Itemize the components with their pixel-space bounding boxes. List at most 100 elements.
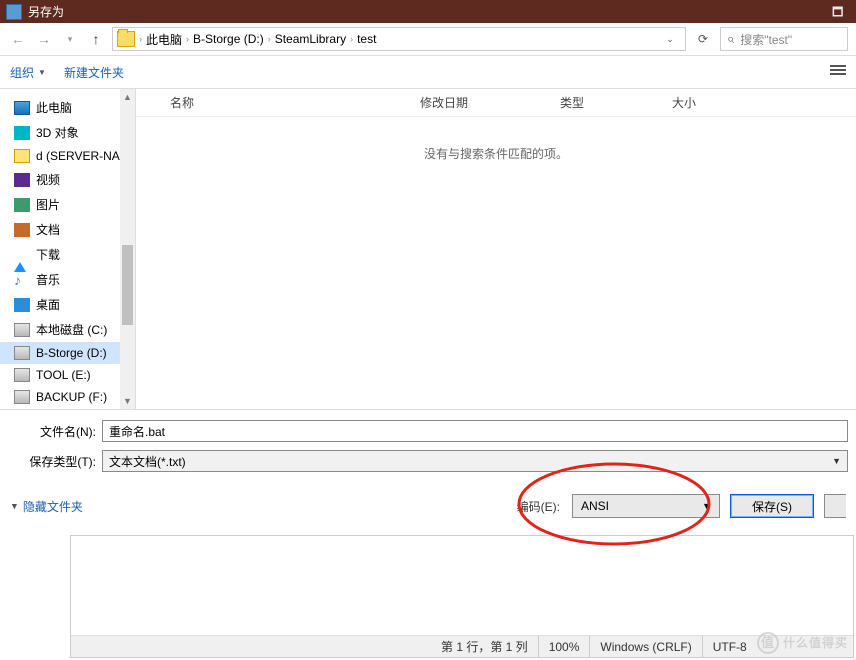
search-placeholder: 搜索"test" [740, 31, 792, 48]
notepad-statusbar: 第 1 行，第 1 列 100% Windows (CRLF) UTF-8 [71, 635, 853, 657]
save-button[interactable]: 保存(S) [730, 494, 814, 518]
breadcrumb[interactable]: test [357, 32, 376, 46]
video-icon [14, 173, 30, 187]
refresh-button[interactable]: ⟳ [692, 29, 714, 49]
tree-item-label: 视频 [36, 171, 60, 188]
chevron-down-icon: ▼ [38, 68, 46, 77]
tree-item[interactable]: 此电脑 [0, 95, 135, 120]
back-button[interactable]: ← [8, 29, 28, 49]
tree-item-label: 本地磁盘 (C:) [36, 321, 107, 338]
scroll-thumb[interactable] [122, 245, 133, 325]
chevron-right-icon: › [139, 34, 142, 44]
watermark: 值什么值得买 [757, 631, 848, 654]
tree-item-label: TOOL (E:) [36, 368, 91, 382]
tree-item-label: 3D 对象 [36, 124, 79, 141]
tree-item[interactable]: 3D 对象 [0, 120, 135, 145]
col-type[interactable]: 类型 [552, 94, 664, 111]
encoding-label: 编码(E): [517, 498, 560, 515]
new-folder-button[interactable]: 新建文件夹 [64, 64, 124, 81]
tree-item[interactable]: d (SERVER-NAS [0, 145, 135, 167]
tree-item-label: 图片 [36, 196, 60, 213]
scrollbar[interactable]: ▲ ▼ [120, 89, 135, 409]
breadcrumb[interactable]: SteamLibrary [275, 32, 346, 46]
breadcrumb[interactable]: 此电脑 [146, 31, 182, 48]
tree-item[interactable]: TOOL (E:) [0, 364, 135, 386]
col-size[interactable]: 大小 [664, 94, 744, 111]
explorer-body: 此电脑 3D 对象 d (SERVER-NAS 视频图片文档下载 ♪ 音乐桌面本地磁盘 (… [0, 89, 856, 409]
status-zoom: 100% [538, 636, 590, 657]
save-type-combo[interactable]: 文本文档(*.txt) ▼ [102, 450, 848, 472]
notepad-window: 第 1 行，第 1 列 100% Windows (CRLF) UTF-8 [70, 535, 854, 658]
forward-button: → [34, 29, 54, 49]
tree-item[interactable]: 本地磁盘 (C:) [0, 317, 135, 342]
music-icon: ♪ [14, 273, 30, 287]
disk-icon [14, 390, 30, 404]
search-icon: ⌕ [727, 31, 734, 47]
chevron-right-icon: › [350, 34, 353, 44]
recent-dropdown[interactable]: ▾ [60, 29, 80, 49]
pc-icon [14, 101, 30, 115]
scroll-down-icon[interactable]: ▼ [120, 393, 135, 409]
tree-item[interactable]: 文档 [0, 217, 135, 242]
empty-message: 没有与搜索条件匹配的项。 [136, 145, 856, 162]
tree-item[interactable]: 下载 [0, 242, 135, 267]
tree-item[interactable]: 视频 [0, 167, 135, 192]
status-pos: 第 1 行，第 1 列 [431, 636, 538, 657]
nav-tree[interactable]: 此电脑 3D 对象 d (SERVER-NAS 视频图片文档下载 ♪ 音乐桌面本地磁盘 (… [0, 89, 136, 409]
hide-folders-link[interactable]: ▲ 隐藏文件夹 [10, 498, 83, 515]
doc-icon [14, 223, 30, 237]
tree-item-label: d (SERVER-NAS [36, 149, 128, 163]
col-name[interactable]: 名称 [162, 94, 412, 111]
chevron-down-icon: ▼ [832, 456, 841, 466]
status-encoding: UTF-8 [702, 636, 757, 657]
save-fields: 文件名(N): 保存类型(T): 文本文档(*.txt) ▼ [0, 409, 856, 486]
up-button[interactable]: ↑ [86, 29, 106, 49]
breadcrumb[interactable]: B-Storge (D:) [193, 32, 264, 46]
chevron-up-icon: ▲ [10, 502, 19, 512]
title-bar: 另存为 🗖 [0, 0, 856, 23]
folder-icon [117, 31, 135, 47]
address-dropdown[interactable]: ⌄ [659, 29, 681, 49]
search-input[interactable]: ⌕ 搜索"test" [720, 27, 848, 51]
tree-item-label: 下载 [36, 246, 60, 263]
pic-icon [14, 198, 30, 212]
address-bar: ← → ▾ ↑ › 此电脑 › B-Storge (D:) › SteamLib… [0, 23, 856, 56]
toolbar: 组织 ▼ 新建文件夹 [0, 56, 856, 89]
maximize-icon[interactable]: 🗖 [832, 3, 850, 21]
dialog-footer: ▲ 隐藏文件夹 编码(E): ANSI ▼ 保存(S) [0, 486, 856, 528]
tree-item-label: BACKUP (F:) [36, 390, 107, 404]
encoding-combo[interactable]: ANSI ▼ [572, 494, 720, 518]
scroll-up-icon[interactable]: ▲ [120, 89, 135, 105]
organize-button[interactable]: 组织 ▼ [10, 64, 46, 81]
chevron-down-icon: ▼ [702, 501, 711, 511]
window-icon [6, 4, 22, 20]
nas-icon [14, 149, 30, 163]
cancel-button-partial[interactable] [824, 494, 846, 518]
tree-item-label: 桌面 [36, 296, 60, 313]
col-modified[interactable]: 修改日期 [412, 94, 552, 111]
tree-item[interactable]: B-Storge (D:) [0, 342, 135, 364]
tree-item-label: 此电脑 [36, 99, 72, 116]
notepad-textarea[interactable] [71, 536, 853, 635]
window-title: 另存为 [28, 3, 828, 20]
chevron-right-icon: › [186, 34, 189, 44]
view-options-button[interactable] [830, 65, 846, 79]
disk-icon [14, 346, 30, 360]
tree-item[interactable]: BACKUP (F:) [0, 386, 135, 408]
breadcrumb-bar[interactable]: › 此电脑 › B-Storge (D:) › SteamLibrary › t… [112, 27, 686, 51]
chevron-right-icon: › [268, 34, 271, 44]
tree-item-label: 文档 [36, 221, 60, 238]
column-headers[interactable]: 名称 修改日期 类型 大小 [136, 89, 856, 117]
3d-icon [14, 126, 30, 140]
disk-icon [14, 323, 30, 337]
tree-item-label: B-Storge (D:) [36, 346, 107, 360]
file-list[interactable]: 名称 修改日期 类型 大小 没有与搜索条件匹配的项。 [136, 89, 856, 409]
dl-icon [14, 248, 30, 262]
filename-input[interactable] [102, 420, 848, 442]
desk-icon [14, 298, 30, 312]
status-eol: Windows (CRLF) [589, 636, 701, 657]
tree-item[interactable]: 桌面 [0, 292, 135, 317]
tree-item[interactable]: 图片 [0, 192, 135, 217]
save-type-label: 保存类型(T): [0, 453, 102, 470]
tree-item-label: 音乐 [36, 271, 60, 288]
